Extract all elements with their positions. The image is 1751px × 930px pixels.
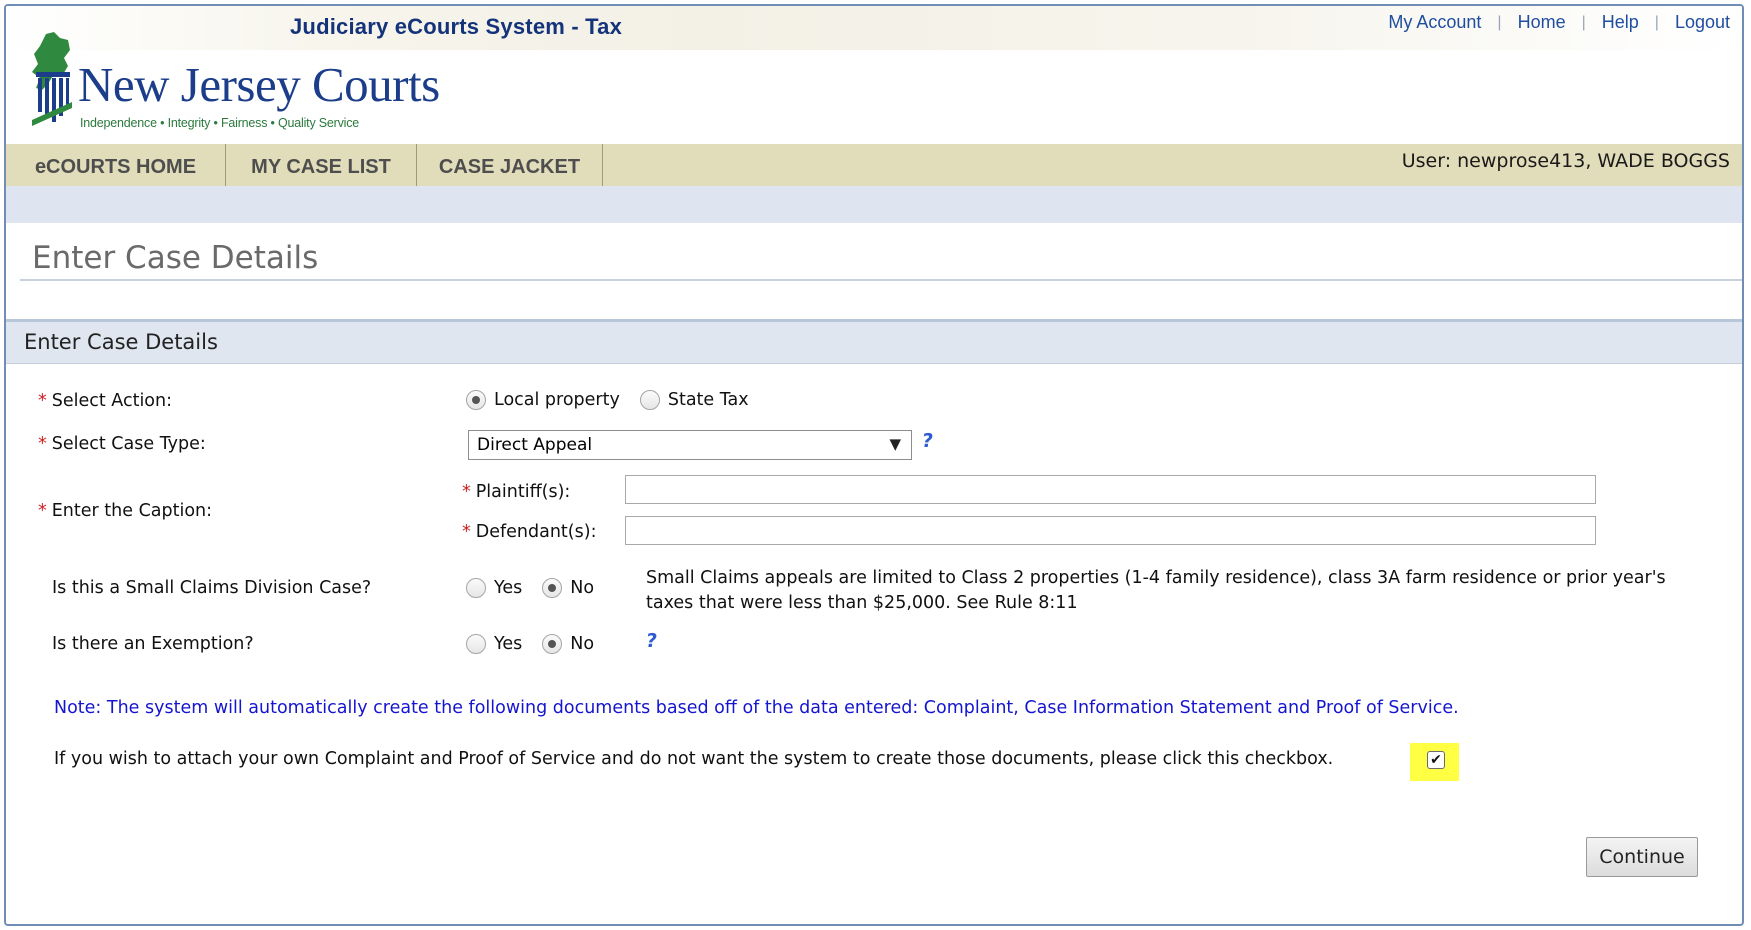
logo-text: New Jersey Courts	[78, 57, 440, 112]
nj-state-emblem-icon	[32, 32, 72, 126]
main-nav: eCOURTS HOME MY CASE LIST CASE JACKET Us…	[6, 144, 1742, 186]
tab-my-case-list[interactable]: MY CASE LIST	[226, 144, 417, 186]
state-tax-radio[interactable]	[639, 390, 660, 410]
help-link[interactable]: Help	[1602, 12, 1639, 33]
panel-header: Enter Case Details	[6, 322, 1742, 364]
local-property-label[interactable]: Local property	[494, 390, 620, 410]
exemption-help-icon[interactable]: ?	[644, 630, 658, 652]
chevron-down-icon: ▼	[889, 435, 901, 453]
continue-button[interactable]: Continue	[1586, 837, 1698, 877]
nj-courts-logo[interactable]: New Jersey Courts Independence • Integri…	[24, 32, 440, 140]
small-claims-no-radio[interactable]	[542, 578, 563, 598]
link-separator: |	[1581, 13, 1586, 31]
select-action-label-text: Select Action:	[51, 391, 173, 411]
small-claims-note: Small Claims appeals are limited to Clas…	[646, 568, 1666, 613]
exemption-yes-radio[interactable]	[466, 634, 486, 654]
case-type-value: Direct Appeal	[477, 435, 593, 455]
state-tax-label[interactable]: State Tax	[668, 390, 749, 410]
required-marker: *	[462, 482, 471, 502]
plaintiff-label: * Plaintiff(s):	[462, 482, 570, 502]
checkmark-icon: ✔	[1430, 752, 1442, 768]
small-claims-yes-label[interactable]: Yes	[494, 578, 522, 598]
plaintiff-label-text: Plaintiff(s):	[475, 482, 571, 502]
logout-link[interactable]: Logout	[1675, 12, 1730, 33]
title-divider	[20, 279, 1742, 281]
exemption-label: Is there an Exemption?	[52, 634, 254, 654]
defendant-label-text: Defendant(s):	[475, 522, 597, 542]
defendant-label: * Defendant(s):	[462, 522, 596, 542]
logo-tagline: Independence • Integrity • Fairness • Qu…	[80, 116, 360, 130]
select-action-label: * Select Action:	[38, 391, 172, 411]
header: Judiciary eCourts System - Tax My Accoun…	[6, 6, 1742, 144]
subnav-band	[6, 186, 1742, 223]
link-separator: |	[1654, 13, 1659, 31]
user-info: User: newprose413, WADE BOGGS	[1401, 150, 1730, 172]
required-marker: *	[462, 522, 471, 542]
exemption-no-radio[interactable]	[542, 634, 563, 654]
local-property-radio[interactable]	[466, 390, 486, 410]
my-account-link[interactable]: My Account	[1388, 12, 1481, 33]
tab-case-jacket[interactable]: CASE JACKET	[417, 144, 603, 186]
tab-ecourts-home[interactable]: eCOURTS HOME	[6, 144, 226, 186]
link-separator: |	[1497, 13, 1502, 31]
small-claims-label: Is this a Small Claims Division Case?	[52, 578, 372, 598]
home-link[interactable]: Home	[1518, 12, 1566, 33]
panel-title: Enter Case Details	[24, 330, 218, 354]
top-links: My Account | Home | Help | Logout	[1388, 12, 1730, 33]
auto-documents-note: Note: The system will automatically crea…	[54, 698, 1459, 718]
enter-caption-label: * Enter the Caption:	[38, 501, 212, 521]
attach-own-documents-checkbox[interactable]: ✔	[1427, 751, 1445, 769]
case-type-select[interactable]: Direct Appeal ▼	[468, 430, 912, 460]
select-case-type-label: * Select Case Type:	[38, 434, 206, 454]
page-title: Enter Case Details	[32, 240, 319, 276]
exemption-no-label[interactable]: No	[570, 634, 594, 654]
small-claims-no-label[interactable]: No	[570, 578, 594, 598]
select-case-type-label-text: Select Case Type:	[51, 434, 206, 454]
required-marker: *	[38, 391, 47, 411]
case-type-help-icon[interactable]: ?	[920, 430, 934, 452]
attach-own-documents-text: If you wish to attach your own Complaint…	[54, 749, 1334, 769]
defendant-input[interactable]	[625, 516, 1596, 545]
enter-caption-label-text: Enter the Caption:	[51, 501, 213, 521]
exemption-yes-label[interactable]: Yes	[494, 634, 522, 654]
required-marker: *	[38, 501, 47, 521]
exemption-radio-group: Yes No	[466, 634, 614, 654]
plaintiff-input[interactable]	[625, 475, 1596, 504]
small-claims-radio-group: Yes No	[466, 578, 614, 598]
select-action-radio-group: Local property State Tax	[466, 390, 769, 410]
app-frame: Judiciary eCourts System - Tax My Accoun…	[4, 4, 1744, 926]
small-claims-yes-radio[interactable]	[466, 578, 486, 598]
required-marker: *	[38, 434, 47, 454]
